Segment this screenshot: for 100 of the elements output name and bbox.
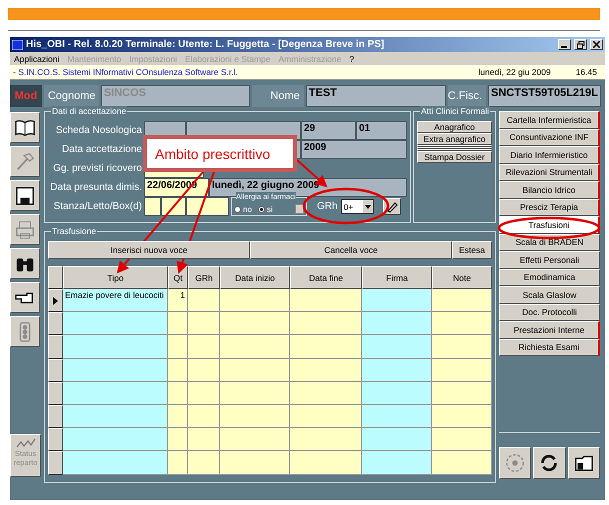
action-button[interactable]: Cancella voce	[250, 241, 452, 259]
table-cell	[432, 428, 492, 452]
callout-tooltip: Ambito prescrittivo	[143, 135, 297, 172]
nav-button[interactable]: Bilancio Idrico	[499, 181, 600, 198]
table-cell	[362, 312, 432, 336]
input-field[interactable]	[144, 197, 161, 216]
table-cell	[220, 428, 290, 452]
action-button[interactable]: Anagrafico	[417, 121, 492, 133]
row-selector[interactable]	[48, 382, 63, 405]
table-cell	[168, 404, 188, 428]
nav-button[interactable]: Doc. Protocolli	[499, 304, 600, 321]
column-header[interactable]: Firma	[362, 266, 432, 289]
book-button[interactable]	[10, 112, 40, 143]
nav-button[interactable]: Prestazioni Interne	[499, 321, 600, 338]
table-cell	[432, 404, 492, 428]
table-cell: 1	[168, 289, 188, 312]
tax-code-field[interactable]: SNCTST59T05L219L	[488, 85, 601, 107]
mode-label: Mod	[10, 85, 42, 107]
field-label: Data accettazione	[60, 143, 143, 157]
table-cell	[188, 312, 220, 336]
table-cell	[432, 358, 492, 382]
menu-item[interactable]: ?	[349, 54, 354, 64]
action-button[interactable]: Stampa Dossier	[417, 151, 492, 163]
nav-button[interactable]: Rilevazioni Strumentali	[499, 164, 600, 181]
table-cell	[290, 312, 362, 336]
table-cell	[290, 358, 362, 382]
row-selector[interactable]	[48, 358, 63, 382]
current-row-icon	[53, 296, 58, 305]
annotation-arrow	[296, 159, 328, 188]
table-cell	[362, 382, 432, 405]
nav-button[interactable]: Presciz Terapia	[499, 198, 600, 216]
group-title: Atti Clinici Formali	[420, 106, 490, 116]
close-button[interactable]	[590, 39, 603, 50]
table-cell	[168, 382, 188, 405]
column-header[interactable]: Qt	[168, 266, 188, 289]
nav-button[interactable]: Cartella Infermieristica	[499, 111, 600, 128]
info-button[interactable]	[295, 204, 304, 214]
nav-button[interactable]: Consuntivazione INF	[499, 128, 600, 146]
column-header[interactable]: Note	[432, 266, 492, 289]
chart-line-icon	[16, 437, 36, 449]
table-cell	[188, 358, 220, 382]
action-button[interactable]: Estesa	[452, 241, 492, 259]
nav-button[interactable]: Diario Infermieristico	[499, 146, 600, 164]
printer-icon	[14, 218, 36, 240]
input-field[interactable]: 2009	[301, 140, 407, 159]
name-field[interactable]: TEST	[306, 85, 446, 107]
column-header[interactable]: Data inizio	[220, 266, 290, 289]
field-label: GRh	[317, 200, 338, 214]
floppy-button[interactable]	[10, 180, 40, 211]
table-cell	[362, 335, 432, 359]
nav-button[interactable]: Scala Glaslow	[499, 286, 600, 304]
table-cell	[362, 358, 432, 382]
radio-option[interactable]: si	[258, 205, 273, 214]
table-cell	[220, 404, 290, 428]
action-button[interactable]: Inserisci nuova voce	[48, 241, 250, 259]
row-selector[interactable]	[48, 289, 63, 312]
window-title: His_OBI - Rel. 8.0.20 Terminale: Utente: L. Fuggetta - [Degenza Breve in PS]	[26, 39, 386, 50]
column-header[interactable]: GRh	[188, 266, 220, 289]
company-name: - S.IN.CO.S. Sistemi INformativi COnsulenza Software S.r.l.	[13, 67, 239, 77]
name-label: Nome	[252, 85, 304, 107]
nav-button[interactable]: Emodinamica	[499, 268, 600, 286]
table-cell	[220, 312, 290, 336]
close-icon	[593, 41, 600, 48]
row-selector[interactable]	[48, 335, 63, 359]
menu-item[interactable]: Applicazioni	[14, 54, 60, 64]
row-selector[interactable]	[48, 312, 63, 336]
blood-group-select[interactable]: 0+	[340, 199, 374, 214]
row-selector[interactable]	[48, 428, 63, 452]
row-selector[interactable]	[48, 451, 63, 474]
table-cell	[290, 451, 362, 474]
column-header[interactable]: Data fine	[290, 266, 362, 289]
action-button[interactable]: Extra anagrafico	[417, 133, 492, 145]
group-title: Trasfusione	[51, 226, 98, 236]
row-selector[interactable]	[48, 404, 63, 428]
restore-button[interactable]	[574, 39, 587, 50]
restore-icon	[576, 40, 584, 48]
folder-button[interactable]	[568, 447, 600, 479]
table-cell	[290, 428, 362, 452]
table-cell	[168, 335, 188, 359]
table-cell	[362, 428, 432, 452]
table-cell	[432, 451, 492, 474]
binoculars-button[interactable]	[10, 248, 40, 279]
refresh-button[interactable]	[533, 447, 566, 479]
radio-option[interactable]: no	[234, 205, 252, 214]
field-label: Stanza/Letto/Box(d)	[52, 200, 143, 214]
input-field[interactable]	[186, 197, 229, 216]
table-cell	[220, 358, 290, 382]
input-field[interactable]: 29	[301, 121, 356, 140]
table-cell	[220, 335, 290, 359]
input-field[interactable]: 01	[356, 121, 407, 140]
table-cell	[220, 382, 290, 405]
field-label: Data presunta dimis.	[49, 181, 143, 195]
minimize-button[interactable]	[558, 39, 571, 50]
table-cell	[168, 358, 188, 382]
column-header[interactable]: Tipo	[63, 266, 168, 289]
nav-button[interactable]: Effetti Personali	[499, 251, 600, 268]
group-title: Dati di accettazione	[51, 106, 128, 116]
table-cell	[362, 404, 432, 428]
nav-button[interactable]: Richiesta Esami	[499, 338, 600, 356]
input-field[interactable]	[161, 197, 186, 216]
